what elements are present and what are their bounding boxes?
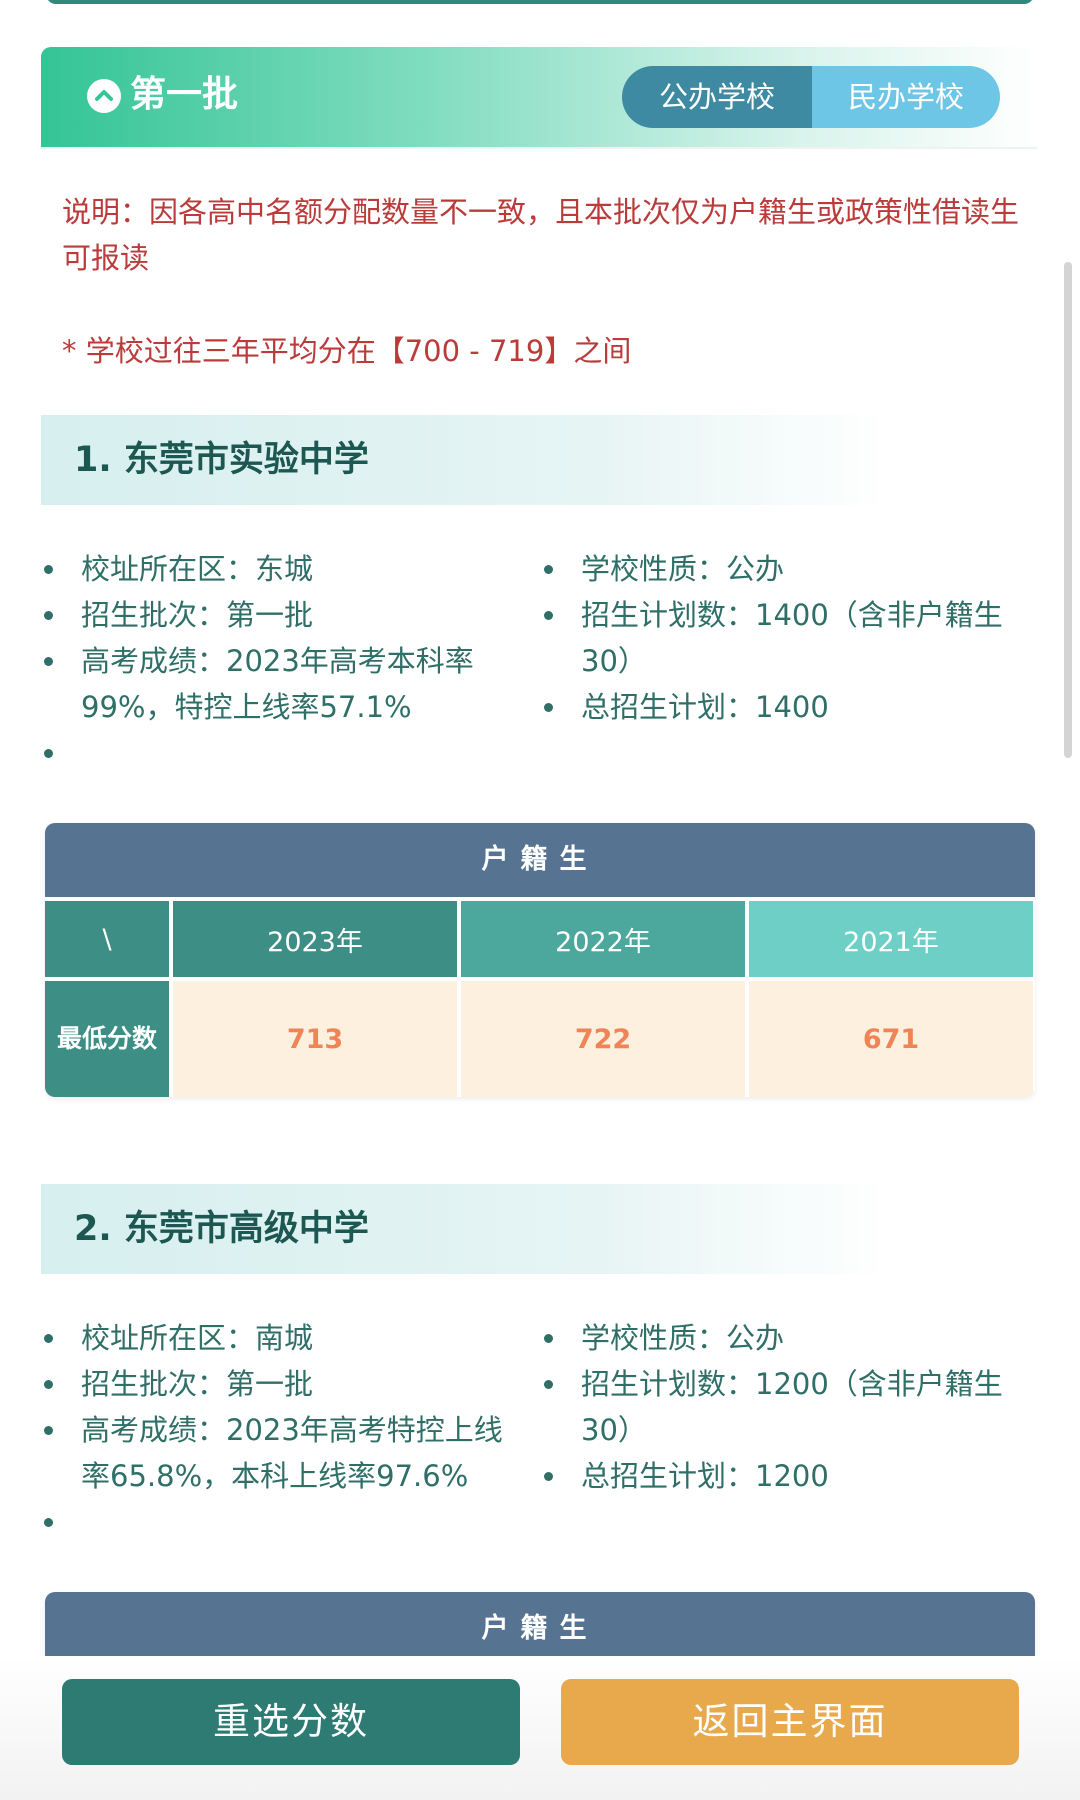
year-header: 2023年 bbox=[173, 901, 457, 977]
info-item: 招生计划数：1200（含非户籍生30） bbox=[541, 1361, 1031, 1453]
info-item: 总招生计划：1400 bbox=[541, 684, 1031, 730]
info-item: 招生计划数：1400（含非户籍生30） bbox=[541, 592, 1031, 684]
info-item: 总招生计划：1200 bbox=[541, 1453, 1031, 1499]
info-item: 高考成绩：2023年高考本科率99%，特控上线率57.1% bbox=[41, 638, 531, 730]
chevron-up-icon[interactable] bbox=[87, 79, 121, 113]
row-label: 最低分数 bbox=[45, 981, 169, 1097]
school-info-left: 校址所在区：东城 招生批次：第一批 高考成绩：2023年高考本科率99%，特控上… bbox=[41, 546, 531, 776]
reselect-score-button[interactable]: 重选分数 bbox=[62, 1679, 520, 1765]
info-item: 学校性质：公办 bbox=[541, 546, 1031, 592]
score-table: 户籍生 \ 2023年 2022年 2021年 最低分数 713 722 671 bbox=[45, 823, 1035, 1097]
previous-card-edge bbox=[46, 0, 1034, 4]
info-item: 校址所在区：东城 bbox=[41, 546, 531, 592]
school-header: 1. 东莞市实验中学 bbox=[41, 415, 1037, 505]
info-item: 招生批次：第一批 bbox=[41, 1361, 531, 1407]
tab-private-schools[interactable]: 民办学校 bbox=[812, 66, 1000, 128]
table-header-row: \ 2023年 2022年 2021年 bbox=[45, 901, 1035, 977]
batch-title[interactable]: 第一批 bbox=[130, 70, 238, 120]
return-home-button[interactable]: 返回主界面 bbox=[561, 1679, 1019, 1765]
school-title: 1. 东莞市实验中学 bbox=[74, 440, 369, 480]
divider bbox=[41, 147, 1037, 149]
info-item: 学校性质：公办 bbox=[541, 1315, 1031, 1361]
school-title: 2. 东莞市高级中学 bbox=[74, 1209, 369, 1249]
info-item: 招生批次：第一批 bbox=[41, 592, 531, 638]
score-table: 户籍生 bbox=[45, 1592, 1035, 1666]
score-cell: 671 bbox=[749, 981, 1033, 1097]
school-info-left: 校址所在区：南城 招生批次：第一批 高考成绩：2023年高考特控上线率65.8%… bbox=[41, 1315, 531, 1545]
year-header: 2021年 bbox=[749, 901, 1033, 977]
school-info-right: 学校性质：公办 招生计划数：1200（含非户籍生30） 总招生计划：1200 bbox=[541, 1315, 1031, 1499]
school-header: 2. 东莞市高级中学 bbox=[41, 1184, 1037, 1274]
info-item: 校址所在区：南城 bbox=[41, 1315, 531, 1361]
table-row: 最低分数 713 722 671 bbox=[45, 981, 1035, 1097]
info-item-empty bbox=[41, 730, 531, 776]
school-info-right: 学校性质：公办 招生计划数：1400（含非户籍生30） 总招生计划：1400 bbox=[541, 546, 1031, 730]
batch-description: 说明：因各高中名额分配数量不一致，且本批次仅为户籍生或政策性借读生可报读 bbox=[62, 195, 1020, 275]
tab-public-schools[interactable]: 公办学校 bbox=[622, 66, 812, 128]
scrollbar[interactable] bbox=[1064, 262, 1072, 758]
info-item-empty bbox=[41, 1499, 531, 1545]
info-item: 高考成绩：2023年高考特控上线率65.8%，本科上线率97.6% bbox=[41, 1407, 531, 1499]
table-title: 户籍生 bbox=[45, 1592, 1035, 1666]
score-cell: 722 bbox=[461, 981, 745, 1097]
score-cell: 713 bbox=[173, 981, 457, 1097]
average-score-note: * 学校过往三年平均分在【700 - 719】之间 bbox=[62, 334, 632, 368]
year-header: 2022年 bbox=[461, 901, 745, 977]
table-corner-cell: \ bbox=[45, 901, 169, 977]
table-title: 户籍生 bbox=[45, 823, 1035, 897]
